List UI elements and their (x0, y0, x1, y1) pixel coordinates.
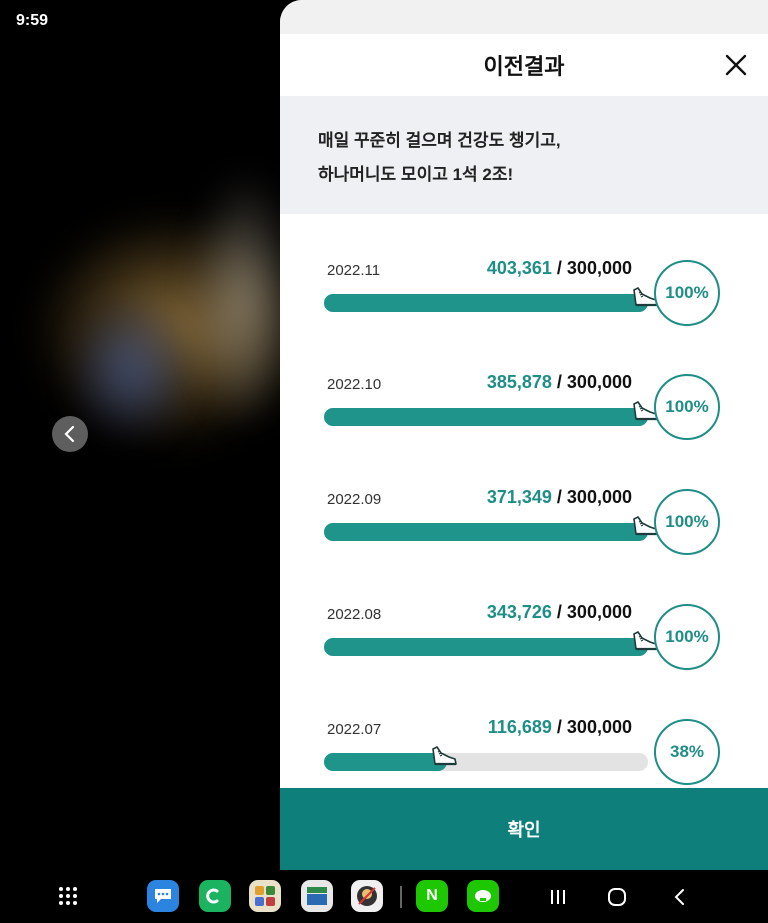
close-button[interactable] (722, 51, 750, 79)
info-banner: 매일 꾸준히 걸으며 건강도 챙기고, 하나머니도 모이고 1석 2조! (280, 96, 768, 214)
banner-line-1: 매일 꾸준히 걸으며 건강도 챙기고, (318, 131, 561, 150)
progress-fill (324, 523, 648, 541)
steps-count: 371,349 (486, 487, 552, 507)
progress-track (324, 516, 658, 541)
percent-badge: 100% (654, 260, 720, 326)
status-time: 9:59 (16, 12, 49, 29)
steps-count: 343,726 (486, 602, 552, 622)
percent-badge: 38% (654, 719, 720, 785)
back-button[interactable] (666, 884, 694, 910)
progress-track (324, 287, 658, 312)
phone-icon[interactable] (199, 880, 231, 912)
shoe-icon (429, 743, 459, 769)
steps-goal: / 300,000 (556, 602, 632, 622)
result-month: 2022.09 (327, 491, 382, 508)
chevron-left-icon (64, 425, 75, 443)
result-month: 2022.11 (327, 262, 381, 279)
panel-handle-bar (280, 0, 768, 34)
app-grid-icon[interactable] (52, 880, 84, 912)
steps-count: 116,689 (487, 717, 552, 737)
result-steps: 116,689 / 300,000 (488, 717, 632, 738)
dock-divider (400, 886, 402, 908)
steps-goal: / 300,000 (556, 717, 632, 737)
wallpaper-blur (70, 300, 190, 440)
game-icon[interactable] (351, 880, 383, 912)
result-row: 2022.10 385,878 / 300,000 100% (280, 328, 768, 440)
progress-track (324, 401, 658, 426)
result-steps: 343,726 / 300,000 (487, 602, 632, 623)
app-folder-icon[interactable] (249, 880, 281, 912)
panel-header: 이전결과 (280, 34, 768, 96)
kakaotalk-icon[interactable] (467, 880, 499, 912)
steps-count: 385,878 (486, 372, 552, 392)
result-row: 2022.07 116,689 / 300,000 38% (280, 673, 768, 785)
percent-badge: 100% (654, 374, 720, 440)
messages-icon[interactable] (147, 880, 179, 912)
result-steps: 371,349 / 300,000 (487, 487, 632, 508)
page-title: 이전결과 (483, 54, 565, 79)
result-row: 2022.09 371,349 / 300,000 100% (280, 443, 768, 555)
result-steps: 385,878 / 300,000 (487, 372, 632, 393)
results-panel: 이전결과 매일 꾸준히 걸으며 건강도 챙기고, 하나머니도 모이고 1석 2조… (280, 0, 768, 870)
back-arrow-button[interactable] (52, 416, 88, 452)
naver-icon[interactable]: N (416, 880, 448, 912)
close-icon (725, 54, 747, 76)
result-steps: 403,361 / 300,000 (487, 258, 632, 279)
progress-track (324, 631, 658, 656)
steps-goal: / 300,000 (556, 372, 632, 392)
home-button[interactable] (603, 884, 631, 910)
progress-fill (324, 408, 648, 426)
steps-goal: / 300,000 (556, 487, 632, 507)
taskbar: N (0, 870, 768, 923)
progress-fill (324, 294, 648, 312)
banner-line-2: 하나머니도 모이고 1석 2조! (318, 165, 514, 184)
home-icon (608, 888, 626, 906)
naver-letter: N (426, 887, 438, 904)
screen: 9:59 HD 이전결과 매일 꾸준히 걸으며 건강도 챙기고, 하나머니도 모… (0, 0, 768, 923)
result-row: 2022.11 403,361 / 300,000 100% (280, 214, 768, 326)
result-row: 2022.08 343,726 / 300,000 100% (280, 558, 768, 670)
result-month: 2022.10 (327, 376, 382, 393)
percent-badge: 100% (654, 489, 720, 555)
steps-count: 403,361 (486, 258, 552, 278)
percent-badge: 100% (654, 604, 720, 670)
recent-apps-button[interactable] (544, 884, 572, 910)
progress-track (324, 746, 648, 771)
progress-fill (324, 638, 648, 656)
wallet-icon[interactable] (301, 880, 333, 912)
result-month: 2022.07 (327, 721, 382, 738)
steps-goal: / 300,000 (556, 258, 632, 278)
wallpaper (0, 0, 300, 870)
back-icon (674, 889, 684, 905)
results-list[interactable]: 2022.11 403,361 / 300,000 100% 2022.10 3… (280, 214, 768, 788)
recent-apps-icon (551, 890, 565, 904)
confirm-button[interactable]: 확인 (280, 788, 768, 870)
result-month: 2022.08 (327, 606, 382, 623)
